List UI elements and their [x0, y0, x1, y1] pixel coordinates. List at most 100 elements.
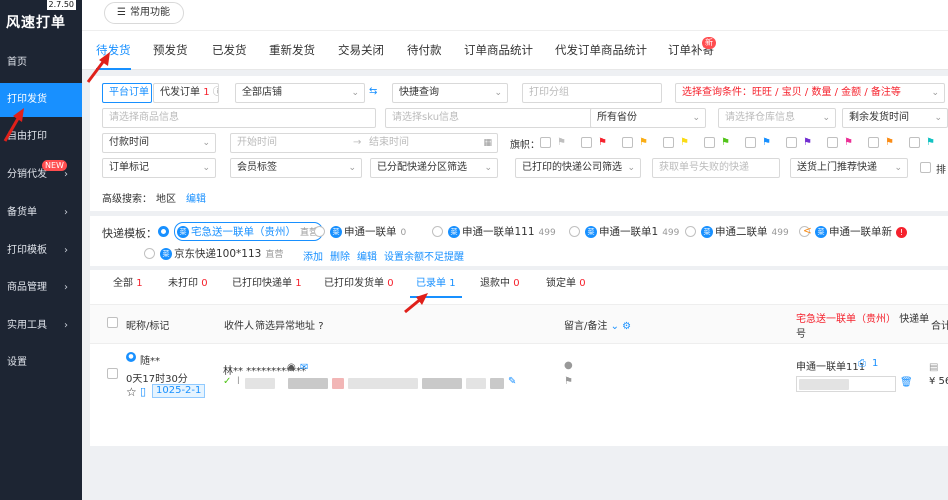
assigned-express-select[interactable]: 已分配快递分区筛选 ⌄ — [370, 158, 498, 178]
order-tag: 1025-2-1 — [152, 384, 206, 398]
row-checkbox[interactable] — [107, 368, 118, 379]
template-radio[interactable] — [314, 226, 325, 237]
message-icon: ● — [564, 360, 573, 371]
printed-express-select[interactable]: 已打印的快递公司筛选 ⌄ — [515, 158, 641, 178]
flag-checkbox[interactable] — [704, 137, 715, 148]
tab-item[interactable]: 代发订单商品统计 — [555, 31, 647, 70]
gear-icon[interactable]: ⚙ — [622, 321, 631, 332]
query-conditions-select[interactable]: 选择查询条件：旺旺 / 宝贝 / 数量 / 金额 / 备注等 ⌄ — [675, 83, 945, 103]
sidebar-item[interactable]: 自由打印 — [0, 120, 82, 154]
order-total: ¥ 56 — [929, 376, 948, 387]
door-delivery-select[interactable]: 送货上门推荐快递 ⌄ — [790, 158, 908, 178]
template-item[interactable]: 菜申通一联单1 499 — [585, 224, 679, 239]
tab-item[interactable]: 订单商品统计 — [464, 31, 533, 70]
order-status-tab[interactable]: 锁定单 0 — [546, 270, 586, 298]
flag-checkbox[interactable] — [868, 137, 879, 148]
platform-order-toggle[interactable]: 平台订单 — [102, 83, 152, 103]
sidebar-item[interactable]: 打印发货 — [0, 83, 82, 117]
template-item[interactable]: 菜申通二联单 499 — [701, 224, 789, 239]
template-radio[interactable] — [569, 226, 580, 237]
flag-checkbox[interactable] — [786, 137, 797, 148]
flag-checkbox[interactable] — [745, 137, 756, 148]
template-edit-link[interactable]: 编辑 — [357, 248, 377, 263]
sidebar-item[interactable]: 备货单 › — [0, 196, 82, 230]
sidebar-item[interactable]: 实用工具 › — [0, 309, 82, 343]
tab-item[interactable]: 待发货 — [96, 31, 131, 70]
order-status-tab[interactable]: 已打印快递单 1 — [232, 270, 302, 298]
template-add-link[interactable]: 添加 — [303, 248, 323, 263]
sidebar-item[interactable]: 打印模板 › — [0, 234, 82, 268]
tab-item[interactable]: 重新发货 — [269, 31, 315, 70]
sidebar-item[interactable]: 分销代发 › NEW — [0, 158, 82, 192]
address-mask — [245, 378, 275, 389]
order-tab-label: 全部 — [113, 278, 133, 289]
template-item[interactable]: 菜京东快递100*113 直营 — [160, 246, 283, 261]
edit-address-icon[interactable]: ✎ — [508, 376, 516, 387]
tracking-number-input[interactable] — [796, 376, 896, 392]
template-item[interactable]: 菜申通一联单 0 — [330, 224, 406, 239]
tab-item[interactable]: 已发货 — [212, 31, 247, 70]
sidebar-item[interactable]: 设置 — [0, 346, 82, 380]
order-mark-select[interactable]: 订单标记 ⌄ — [102, 158, 216, 178]
product-info-input[interactable]: 请选择商品信息 — [102, 108, 376, 128]
template-radio[interactable] — [432, 226, 443, 237]
order-status-tab[interactable]: 未打印 0 — [168, 270, 208, 298]
door-delivery-value: 送货上门推荐快递 — [797, 162, 877, 173]
advanced-edit-link[interactable]: 编辑 — [186, 190, 206, 205]
template-item[interactable]: 菜申通一联单新 <! — [803, 224, 907, 239]
chevron-down-icon[interactable]: ⌄ — [611, 321, 619, 332]
common-functions-button[interactable]: ☰ 常用功能 — [104, 2, 184, 24]
delete-icon[interactable]: 🗑 — [900, 377, 913, 388]
order-status-tab[interactable]: 退款中 0 — [480, 270, 520, 298]
failed-express-input[interactable]: 获取单号失败的快递 — [652, 158, 780, 178]
tab-item[interactable]: 待付款 — [407, 31, 442, 70]
flag-checkbox[interactable] — [827, 137, 838, 148]
sidebar-item[interactable]: 首页 — [0, 46, 82, 80]
menu-icon: ☰ — [117, 7, 126, 18]
col-nickname: 昵称/标记 — [126, 321, 170, 332]
order-status-tab[interactable]: 全部 1 — [113, 270, 143, 298]
province-select[interactable]: 所有省份 ⌄ — [590, 108, 706, 128]
tab-item[interactable]: 交易关闭 — [338, 31, 384, 70]
order-status-tab[interactable]: 已打印发货单 0 — [324, 270, 394, 298]
template-item[interactable]: 菜宅急送一联单（贵州） 直营 — [174, 222, 324, 241]
eye-icon[interactable]: ◉ — [287, 362, 296, 373]
warehouse-placeholder: 请选择仓库信息 — [725, 112, 795, 123]
select-all-checkbox[interactable] — [107, 317, 118, 328]
flag-checkbox[interactable] — [540, 137, 551, 148]
template-delete-link[interactable]: 删除 — [330, 248, 350, 263]
flag-checkbox[interactable] — [622, 137, 633, 148]
filter-abnormal-address-link[interactable]: 筛选异常地址 ? — [255, 317, 324, 332]
flag-checkbox[interactable] — [663, 137, 674, 148]
sidebar: 风速打单 2.7.50 首页 打印发货 自由打印 分销代发 › NEW 备货单 › 打印模板 › 商… — [0, 0, 82, 500]
template-item[interactable]: 菜申通一联单111 499 — [448, 224, 556, 239]
template-radio[interactable] — [685, 226, 696, 237]
shop-select[interactable]: 全部店铺 ⌄ — [235, 83, 365, 103]
order-status-tab[interactable]: 已录单 1 — [410, 270, 462, 298]
template-radio[interactable] — [144, 248, 155, 259]
quick-query-select[interactable]: 快捷查询 ⌄ — [392, 83, 508, 103]
proxy-order-toggle[interactable]: 代发订单 1 ⓘ — [153, 83, 219, 103]
member-tag-select[interactable]: 会员标签 ⌄ — [230, 158, 362, 178]
chevron-down-icon: ⌄ — [822, 113, 830, 123]
pay-time-select[interactable]: 付款时间 ⌄ — [102, 133, 216, 153]
tab-label: 预发货 — [153, 43, 188, 57]
sort-checkbox[interactable] — [920, 162, 931, 173]
template-name: 申通一联单新 — [829, 226, 892, 238]
star-icon[interactable]: ☆ — [126, 385, 137, 399]
print-group-input[interactable]: 打印分组 — [522, 83, 662, 103]
balance-alert-link[interactable]: 设置余额不足提醒 — [384, 248, 464, 263]
region-filter-link[interactable]: 地区 — [156, 190, 176, 205]
tab-item[interactable]: 预发货 — [153, 31, 188, 70]
swap-icon[interactable]: ⇆ — [369, 86, 377, 97]
mail-icon[interactable]: ✉ — [300, 362, 308, 373]
date-range-picker[interactable]: 开始时间 → 结束时间 ▦ — [230, 133, 498, 153]
flag-checkbox[interactable] — [909, 137, 920, 148]
table-row[interactable]: ● 随** 0天17时30分 ☆ ▯ 1025-2-1 林** ********… — [90, 344, 948, 414]
warehouse-select[interactable]: 请选择仓库信息 ⌄ — [718, 108, 836, 128]
template-radio[interactable] — [158, 226, 169, 237]
sidebar-item[interactable]: 商品管理 › — [0, 271, 82, 305]
sidebar-item-label: 首页 — [7, 57, 27, 68]
remaining-time-select[interactable]: 剩余发货时间 ⌄ — [842, 108, 948, 128]
flag-checkbox[interactable] — [581, 137, 592, 148]
